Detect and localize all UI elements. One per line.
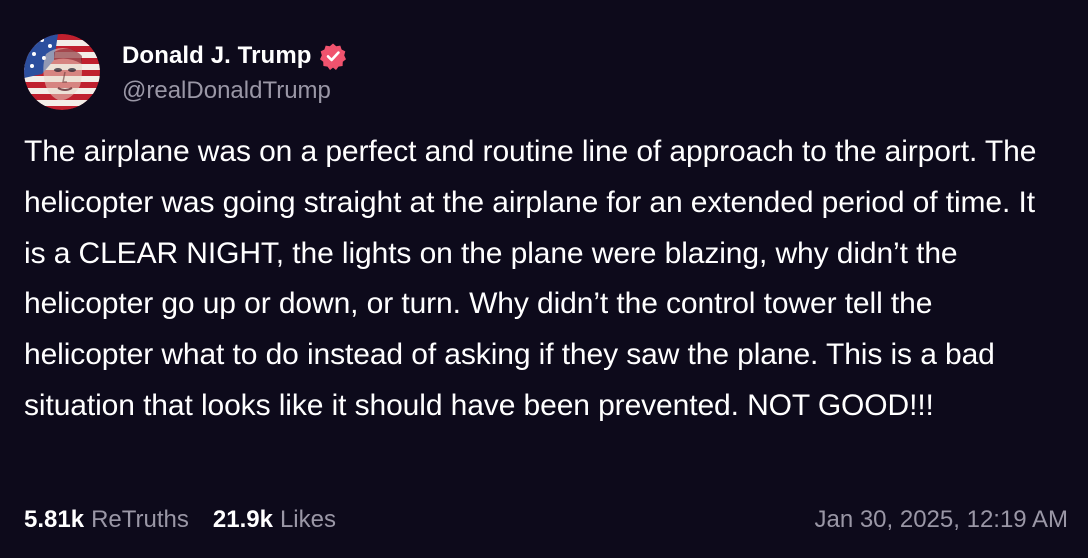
likes-label: Likes	[279, 506, 336, 533]
author-display-name[interactable]: Donald J. Trump	[122, 42, 312, 70]
retruths-count: 5.81k	[24, 506, 85, 533]
post-timestamp[interactable]: Jan 30, 2025, 12:19 AM	[814, 506, 1068, 534]
likes-stat[interactable]: 21.9k Likes	[213, 506, 336, 534]
verified-badge-icon	[319, 42, 347, 70]
retruths-stat[interactable]: 5.81k ReTruths	[24, 506, 189, 534]
author-identity: Donald J. Trump @realDonaldTrump	[122, 39, 347, 105]
author-handle[interactable]: @realDonaldTrump	[122, 77, 347, 105]
author-name-row: Donald J. Trump	[122, 39, 347, 73]
post-footer: 5.81k ReTruths 21.9k Likes Jan 30, 2025,…	[24, 504, 1068, 536]
likes-count: 21.9k	[212, 506, 273, 533]
post-header: Donald J. Trump @realDonaldTrump	[24, 34, 347, 110]
retruths-label: ReTruths	[91, 506, 189, 533]
post-body-text: The airplane was on a perfect and routin…	[24, 135, 1037, 422]
truth-post-card: Donald J. Trump @realDonaldTrump The air…	[0, 0, 1088, 558]
avatar[interactable]	[24, 34, 100, 110]
